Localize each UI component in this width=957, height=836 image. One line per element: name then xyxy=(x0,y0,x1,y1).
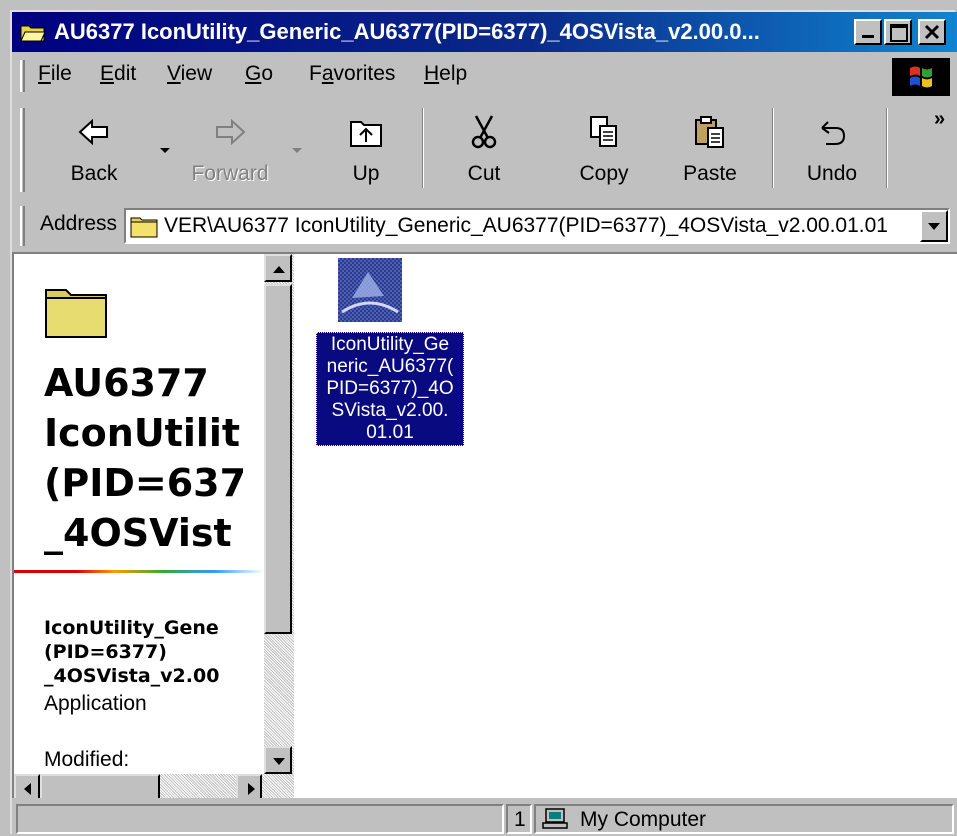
vertical-scroll-thumb[interactable] xyxy=(264,284,292,634)
down-arrow-icon xyxy=(273,758,285,765)
info-pane-horizontal-scrollbar[interactable] xyxy=(14,774,294,798)
undo-icon xyxy=(821,121,846,145)
application-icon xyxy=(338,258,402,322)
menu-view[interactable]: View xyxy=(167,62,212,86)
maximize-button[interactable] xyxy=(884,19,912,45)
address-field[interactable]: VER\AU6377 IconUtility_Generic_AU6377(PI… xyxy=(124,208,950,244)
info-pane-vertical-scrollbar[interactable] xyxy=(264,254,294,774)
throbber xyxy=(892,58,950,96)
title-bar[interactable]: AU6377 IconUtility_Generic_AU6377(PID=63… xyxy=(12,12,957,52)
menu-favorites[interactable]: Favorites xyxy=(309,62,395,86)
up-arrow-icon xyxy=(273,266,285,273)
folder-up-icon xyxy=(350,121,382,147)
windows-logo-icon xyxy=(910,66,932,88)
title-divider xyxy=(14,570,264,573)
address-dropdown-button[interactable] xyxy=(920,210,948,242)
up-button[interactable]: Up xyxy=(326,108,406,194)
minimize-button[interactable] xyxy=(854,19,882,45)
folder-open-icon xyxy=(20,25,46,42)
close-button[interactable] xyxy=(918,19,946,45)
paste-button[interactable]: Paste xyxy=(670,108,750,194)
menu-bar: File Edit View Go Favorites Help xyxy=(12,54,957,98)
left-arrow-icon xyxy=(24,783,31,795)
status-description xyxy=(16,804,504,834)
toolbar-grip[interactable] xyxy=(20,108,25,192)
back-dropdown-arrow[interactable] xyxy=(160,148,170,153)
explorer-window: AU6377 IconUtility_Generic_AU6377(PID=63… xyxy=(10,10,957,836)
menu-grip[interactable] xyxy=(20,60,25,92)
status-zone: My Computer xyxy=(534,804,954,834)
toolbar-separator xyxy=(772,108,774,188)
forward-arrow-icon xyxy=(216,118,246,146)
clipboard-icon xyxy=(695,116,724,148)
toolbar-more-chevron[interactable]: » xyxy=(934,108,945,131)
undo-button[interactable]: Undo xyxy=(792,108,872,194)
right-arrow-icon xyxy=(248,783,255,795)
status-selection-count: 1 xyxy=(506,804,532,834)
scroll-right-button[interactable] xyxy=(236,774,262,798)
content-area: AU6377 IconUtilit (PID=637 _4OSVist Icon… xyxy=(12,252,957,798)
file-item-label[interactable]: IconUtility_Ge neric_AU6377( PID=6377)_4… xyxy=(316,332,464,446)
horizontal-scroll-thumb[interactable] xyxy=(40,774,160,798)
status-bar: 1 My Computer xyxy=(12,800,957,836)
back-button[interactable]: Back xyxy=(54,108,134,194)
address-value: VER\AU6377 IconUtility_Generic_AU6377(PI… xyxy=(164,214,888,237)
minimize-icon xyxy=(862,35,874,38)
cut-button[interactable]: Cut xyxy=(444,108,524,194)
address-grip[interactable] xyxy=(20,206,25,246)
modified-label: Modified: xyxy=(44,748,130,771)
scissors-icon xyxy=(471,115,497,149)
folder-icon xyxy=(45,289,107,338)
forward-button[interactable]: Forward xyxy=(190,108,270,194)
address-label: Address xyxy=(40,212,118,235)
web-view-info-pane: AU6377 IconUtilit (PID=637 _4OSVist Icon… xyxy=(14,254,264,774)
back-arrow-icon xyxy=(78,118,108,146)
folder-icon xyxy=(130,217,158,238)
folder-title: AU6377 IconUtilit (PID=637 _4OSVist xyxy=(44,361,247,555)
copy-button[interactable]: Copy xyxy=(564,108,644,194)
computer-icon xyxy=(542,808,568,829)
maximize-icon xyxy=(890,24,908,42)
menu-help[interactable]: Help xyxy=(424,62,467,86)
file-list-view[interactable]: IconUtility_Ge neric_AU6377( PID=6377)_4… xyxy=(294,254,957,798)
selected-file-name: IconUtility_Gene (PID=6377) _4OSVista_v2… xyxy=(44,617,220,687)
scroll-down-button[interactable] xyxy=(264,746,292,774)
forward-dropdown-arrow[interactable] xyxy=(292,148,302,153)
copy-icon xyxy=(590,116,617,147)
scroll-up-button[interactable] xyxy=(264,254,292,282)
menu-file[interactable]: File xyxy=(38,62,72,86)
toolbar-separator xyxy=(886,108,888,188)
menu-go[interactable]: Go xyxy=(245,62,273,86)
window-title: AU6377 IconUtility_Generic_AU6377(PID=63… xyxy=(54,19,760,44)
toolbar-separator xyxy=(422,108,424,188)
close-icon xyxy=(924,24,940,40)
menu-edit[interactable]: Edit xyxy=(100,62,136,86)
selected-file-type: Application xyxy=(44,692,147,715)
address-bar: Address VER\AU6377 IconUtility_Generic_A… xyxy=(12,200,957,252)
scroll-left-button[interactable] xyxy=(14,774,40,798)
standard-toolbar: Back Forward Up Cut Copy Paste Undo » xyxy=(12,100,957,200)
